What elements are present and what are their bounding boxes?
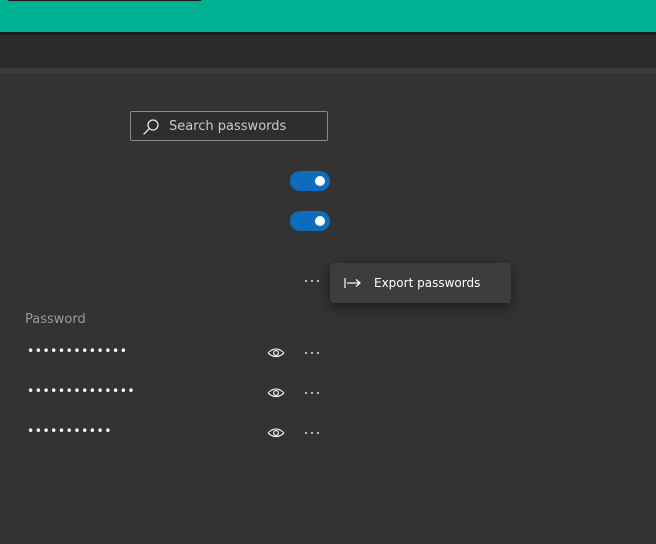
settings-toggle-1[interactable] [290, 171, 330, 191]
dot [317, 352, 319, 354]
export-passwords-menu-item[interactable]: Export passwords [330, 263, 511, 303]
masked-password: ••••••••••••• [27, 344, 128, 358]
password-row: •••••••••••••• [0, 375, 656, 415]
row-more-actions-button[interactable] [300, 423, 324, 443]
export-arrow-icon [344, 278, 361, 288]
eye-icon[interactable] [267, 427, 285, 439]
top-accent-bar [0, 0, 656, 32]
dot [305, 432, 307, 434]
dot [305, 392, 307, 394]
dot [311, 280, 313, 282]
toggle-knob [315, 176, 325, 186]
dot [317, 392, 319, 394]
row-more-actions-button[interactable] [300, 343, 324, 363]
dot [311, 392, 313, 394]
search-icon [143, 119, 159, 135]
dot [305, 352, 307, 354]
more-actions-menu: Export passwords [330, 263, 511, 303]
eye-icon[interactable] [267, 347, 285, 359]
dot [305, 280, 307, 282]
dot [311, 432, 313, 434]
toggle-knob [315, 216, 325, 226]
dot [317, 432, 319, 434]
eye-icon[interactable] [267, 387, 285, 399]
search-input[interactable] [169, 112, 319, 140]
password-row: ••••••••••• [0, 415, 656, 455]
masked-password: ••••••••••• [27, 424, 112, 438]
accent-underline [8, 0, 201, 1]
more-actions-button[interactable] [300, 271, 324, 291]
export-passwords-label: Export passwords [374, 276, 481, 290]
settings-content [0, 73, 656, 544]
settings-toggle-2[interactable] [290, 211, 330, 231]
password-row: ••••••••••••• [0, 335, 656, 375]
masked-password: •••••••••••••• [27, 384, 136, 398]
search-box[interactable] [130, 111, 328, 141]
password-column-header: Password [25, 312, 86, 327]
row-more-actions-button[interactable] [300, 383, 324, 403]
dot [317, 280, 319, 282]
toolbar [0, 35, 656, 68]
dot [311, 352, 313, 354]
